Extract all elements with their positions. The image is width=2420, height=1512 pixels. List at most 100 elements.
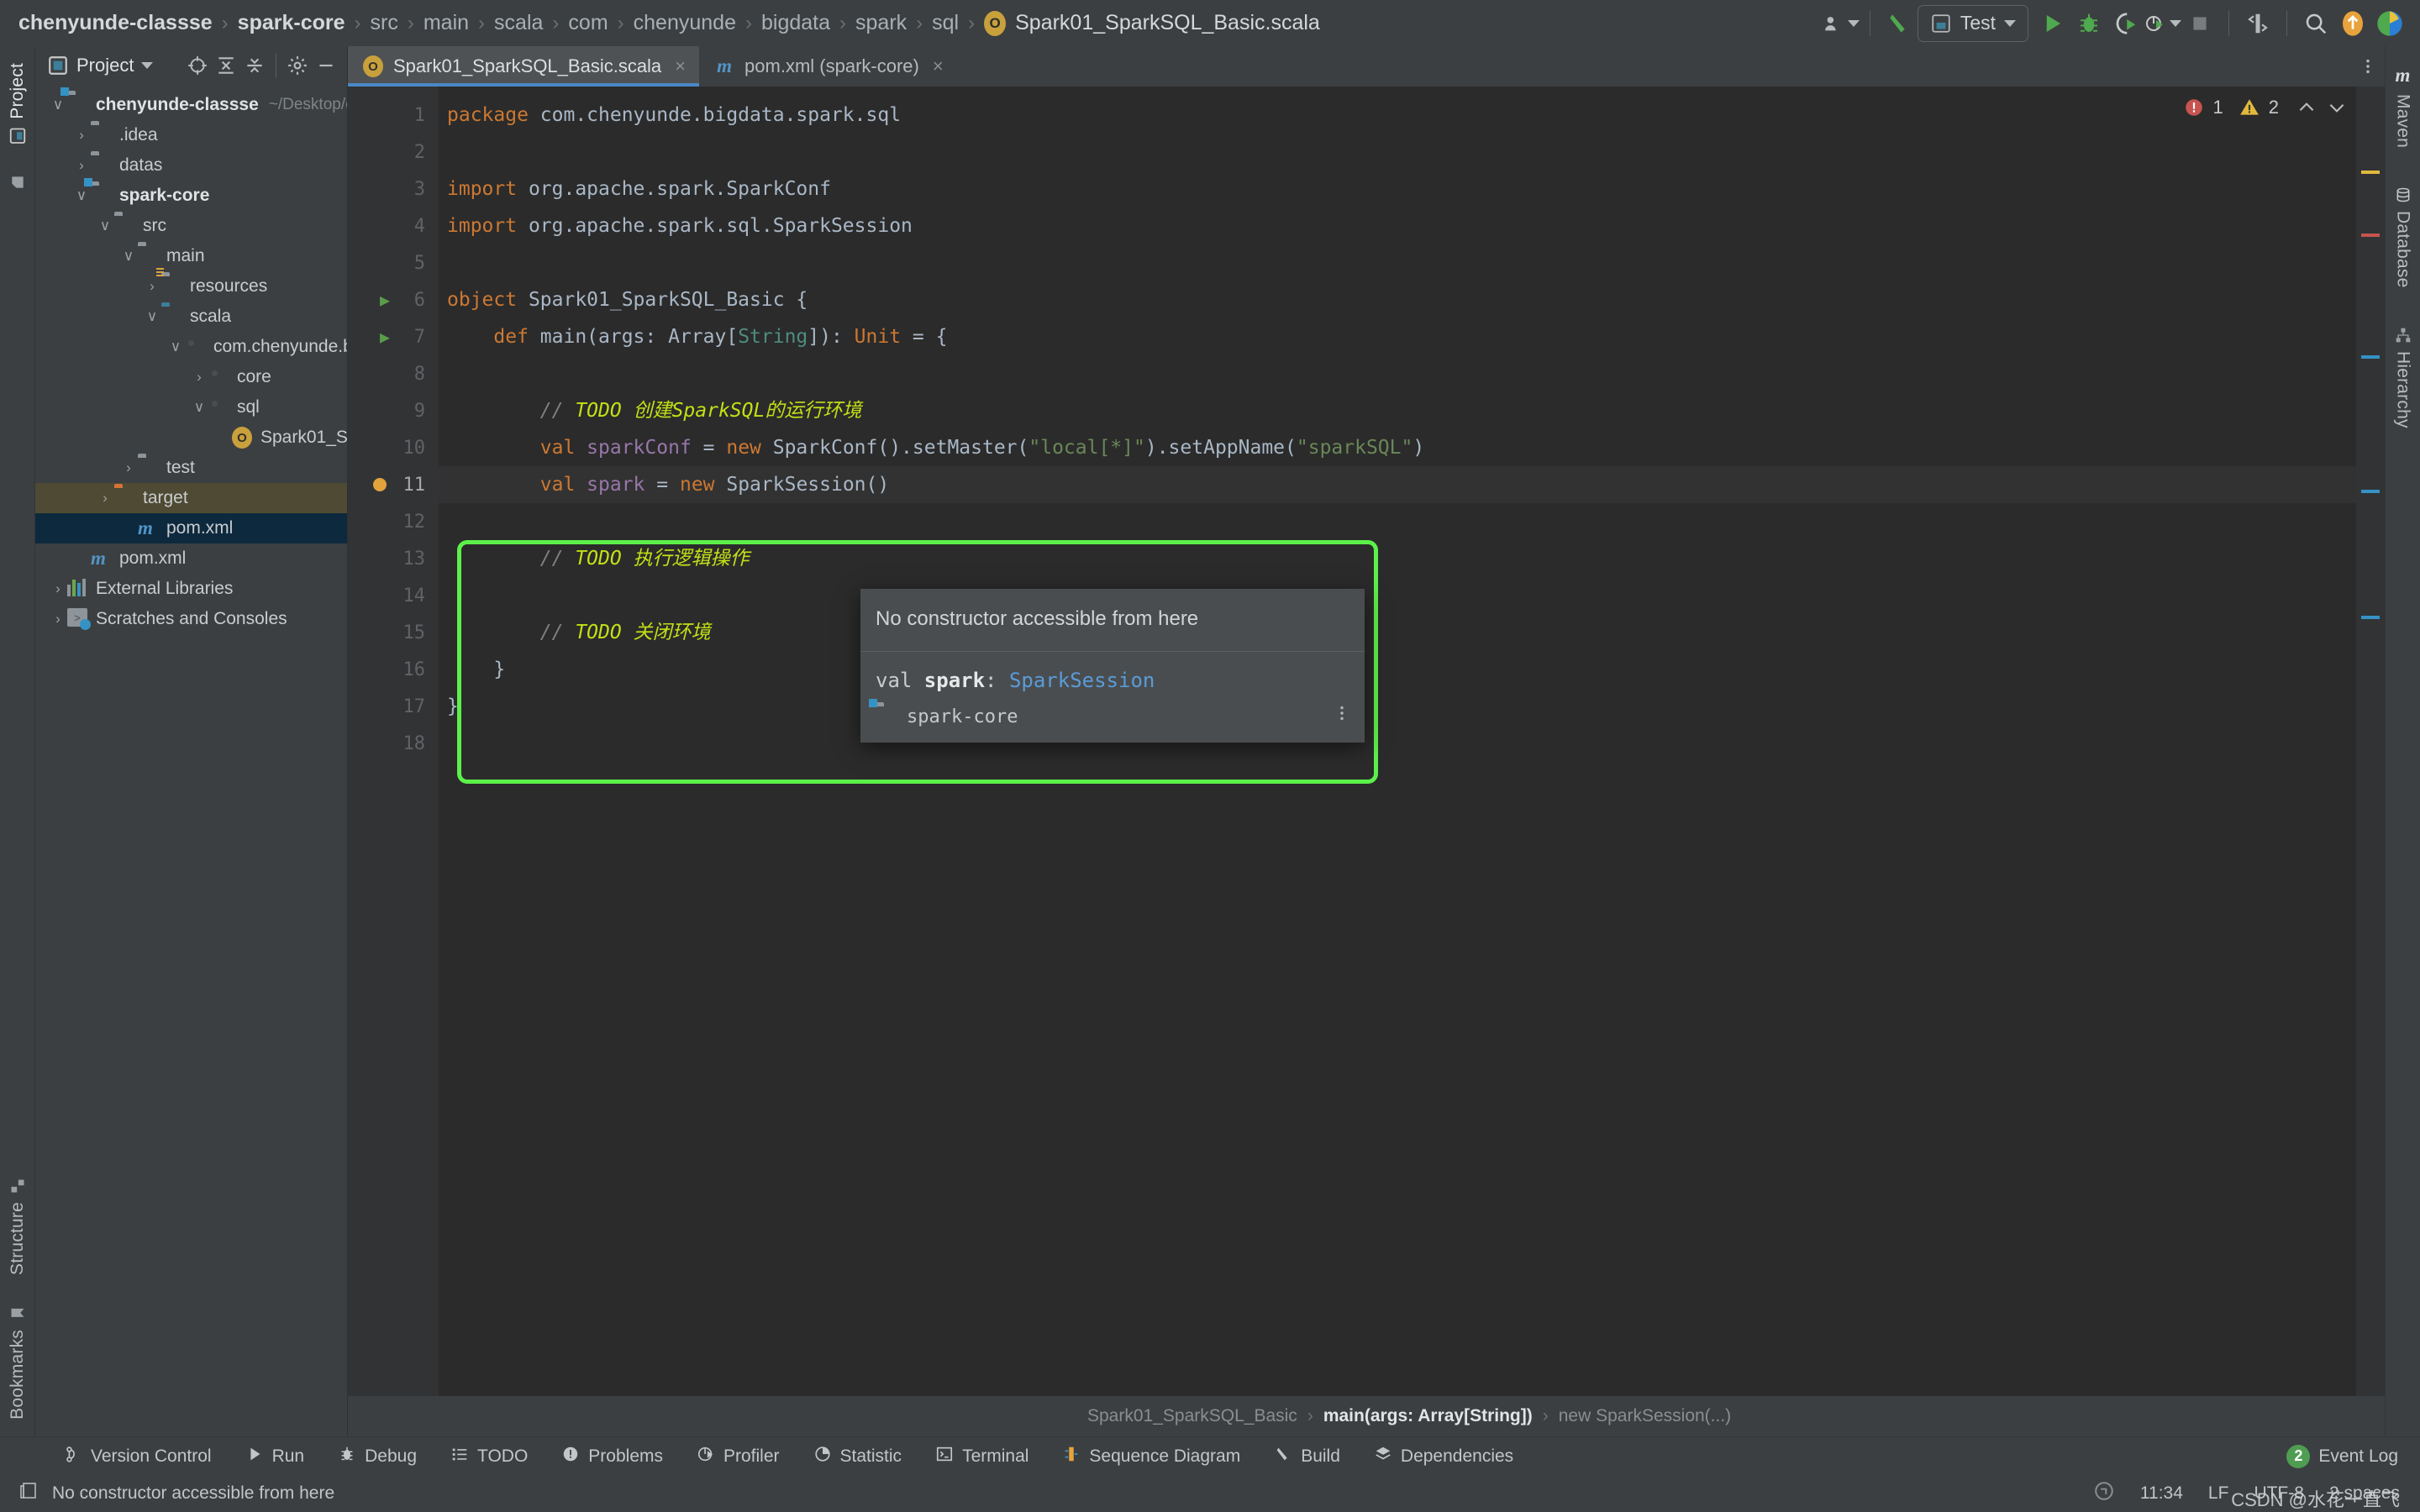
bottom-tool-problems[interactable]: Problems [544, 1440, 680, 1473]
gutter-line-14[interactable]: 14 [348, 577, 439, 614]
more-vertical-icon[interactable] [1333, 702, 1351, 729]
gutter-line-4[interactable]: −4 [348, 207, 457, 244]
chevron-up-icon[interactable] [2296, 97, 2317, 118]
tree-item-scala[interactable]: ∨ scala [35, 302, 347, 332]
inspection-summary[interactable]: 1 2 [2183, 97, 2349, 118]
tree-item-resources[interactable]: › resources [35, 268, 347, 302]
sidebar-item-project[interactable]: Project [5, 55, 30, 154]
sidebar-item-maven[interactable]: m Maven [2391, 56, 2416, 156]
tree-item-test[interactable]: › test [35, 453, 347, 483]
gutter-line-7[interactable]: ▶−7 [348, 318, 457, 355]
code-line-17[interactable]: } [439, 688, 2356, 725]
bottom-tool-debug[interactable]: Debug [321, 1440, 434, 1473]
code-line-7[interactable]: def main(args: Array[String]): Unit = { [439, 318, 2356, 355]
build-hammer-icon[interactable] [1881, 5, 1918, 42]
tree-item-main[interactable]: ∨ main [35, 241, 347, 271]
chevron-down-icon[interactable] [141, 62, 154, 69]
breadcrumb-item-sql[interactable]: sql [932, 11, 959, 35]
chevron-down-icon[interactable] [1847, 19, 1860, 27]
bottom-tool-version-control[interactable]: Version Control [47, 1440, 229, 1473]
chevron-down-icon[interactable]: ∨ [119, 248, 138, 265]
chevron-right-icon[interactable]: › [72, 157, 91, 174]
code-line-2[interactable] [439, 134, 2356, 171]
editor-breadcrumb-item[interactable]: Spark01_SparkSQL_Basic [1087, 1406, 1297, 1426]
gutter-line-5[interactable]: 5 [348, 244, 439, 281]
bottom-tool-build[interactable]: Build [1257, 1440, 1357, 1473]
debug-bug-icon[interactable] [2070, 5, 2107, 42]
breadcrumb-item-chenyunde-classse[interactable]: chenyunde-classse [18, 11, 213, 35]
select-opened-file-icon[interactable] [185, 53, 210, 78]
expand-all-icon[interactable] [213, 53, 239, 78]
chevron-right-icon[interactable]: › [96, 490, 114, 507]
tree-item-com-chenyunde-bigdata-spark[interactable]: ∨ com.chenyunde.bigdata.spark [35, 332, 347, 362]
breadcrumb-item-spark-core[interactable]: spark-core [238, 11, 345, 35]
gutter-line-2[interactable]: 2 [348, 134, 439, 171]
code-line-3[interactable]: import org.apache.spark.SparkConf [439, 171, 2356, 207]
breadcrumb-item-spark[interactable]: spark [855, 11, 907, 35]
editor-tab-pom-xml-spark-core-[interactable]: m pom.xml (spark-core) × [699, 46, 957, 87]
tree-item-spark01_sparksql_basic[interactable]: O Spark01_SparkSQL_Basic [35, 423, 347, 453]
tree-item-pom-xml[interactable]: m pom.xml [35, 543, 347, 574]
breadcrumb-item-main[interactable]: main [424, 11, 469, 35]
event-log-widget[interactable]: 2 Event Log [2286, 1444, 2420, 1468]
code-line-1[interactable]: package com.chenyunde.bigdata.spark.sql [439, 97, 2356, 134]
tree-item-external-libraries[interactable]: › External Libraries [35, 574, 347, 604]
code-line-13[interactable]: // TODO 执行逻辑操作 [439, 540, 2356, 577]
breadcrumb-item-chenyunde[interactable]: chenyunde [634, 11, 736, 35]
editor-gutter[interactable]: 12−3−45▶−6▶−789101112−1314−15−16−1718 [348, 87, 457, 1396]
tree-item-chenyunde-classse[interactable]: ∨ chenyunde-classse ~/Desktop/chenyunde-cl… [35, 87, 347, 120]
editor-breadcrumb-item[interactable]: main(args: Array[String]) [1323, 1406, 1533, 1426]
breadcrumb-current-file[interactable]: O Spark01_SparkSQL_Basic.scala [984, 10, 1320, 36]
code-line-16[interactable]: } [439, 651, 2356, 688]
chevron-down-icon[interactable] [2004, 19, 2016, 27]
sidebar-item-commit[interactable] [7, 165, 29, 199]
settings-gear-icon[interactable] [285, 53, 310, 78]
breadcrumb-item-com[interactable]: com [568, 11, 608, 35]
bottom-tool-todo[interactable]: TODO [434, 1440, 544, 1473]
user-avatar-icon[interactable] [1823, 5, 1860, 42]
git-updates-icon[interactable] [2239, 5, 2276, 42]
gutter-line-1[interactable]: 1 [348, 97, 439, 134]
chevron-down-icon[interactable]: ∨ [190, 399, 208, 416]
gutter-line-16[interactable]: −16 [348, 651, 457, 688]
tree-item-datas[interactable]: › datas [35, 150, 347, 181]
code-line-18[interactable] [439, 725, 2356, 762]
chevron-down-icon[interactable]: ∨ [72, 187, 91, 204]
chevron-right-icon[interactable]: › [190, 369, 208, 386]
tree-item--idea[interactable]: › .idea [35, 120, 347, 150]
project-tree[interactable]: ∨ chenyunde-classse ~/Desktop/chenyunde-cl… [35, 85, 347, 1436]
editor-breadcrumbs[interactable]: Spark01_SparkSQL_Basic › main(args: Array[… [348, 1396, 2385, 1436]
code-line-10[interactable]: val sparkConf = new SparkConf().setMaste… [439, 429, 2356, 466]
code-line-6[interactable]: object Spark01_SparkSQL_Basic { [439, 281, 2356, 318]
code-line-12[interactable] [439, 503, 2356, 540]
tree-item-pom-xml[interactable]: m pom.xml [35, 513, 347, 543]
chevron-right-icon[interactable]: › [143, 278, 161, 295]
chevron-right-icon[interactable]: › [49, 611, 67, 627]
update-available-icon[interactable] [2334, 5, 2371, 42]
run-play-icon[interactable] [2033, 5, 2070, 42]
bottom-tool-run[interactable]: Run [229, 1440, 322, 1473]
stop-square-icon[interactable] [2181, 5, 2218, 42]
gutter-line-11[interactable]: 11 [348, 466, 439, 503]
editor-tabs[interactable]: O Spark01_SparkSQL_Basic.scala × m pom.xml (… [348, 46, 2385, 87]
profile-icon[interactable] [2144, 5, 2181, 42]
code-line-8[interactable] [439, 355, 2356, 392]
chevron-down-icon[interactable] [2170, 19, 2181, 27]
chevron-right-icon[interactable]: › [119, 459, 138, 476]
gutter-line-8[interactable]: 8 [348, 355, 439, 392]
gutter-line-13[interactable]: −13 [348, 540, 457, 577]
gutter-line-17[interactable]: −17 [348, 688, 457, 725]
bottom-tool-profiler[interactable]: Profiler [680, 1440, 797, 1473]
intention-bulb-icon[interactable] [373, 478, 387, 491]
run-gutter-icon[interactable]: ▶ [380, 290, 390, 310]
chevron-down-icon[interactable]: ∨ [96, 218, 114, 234]
chevron-right-icon[interactable]: › [49, 580, 67, 597]
bottom-tool-dependencies[interactable]: Dependencies [1357, 1440, 1530, 1473]
code-line-9[interactable]: // TODO 创建SparkSQL的运行环境 [439, 392, 2356, 429]
gutter-line-15[interactable]: −15 [348, 614, 457, 651]
tree-item-core[interactable]: › core [35, 362, 347, 392]
code-line-4[interactable]: import org.apache.spark.sql.SparkSession [439, 207, 2356, 244]
code-line-11[interactable]: val spark = new SparkSession() [439, 466, 2356, 503]
editor-tab-spark01_sparksql_basic-scala[interactable]: O Spark01_SparkSQL_Basic.scala × [348, 46, 700, 87]
chevron-down-icon[interactable]: ∨ [49, 97, 67, 113]
